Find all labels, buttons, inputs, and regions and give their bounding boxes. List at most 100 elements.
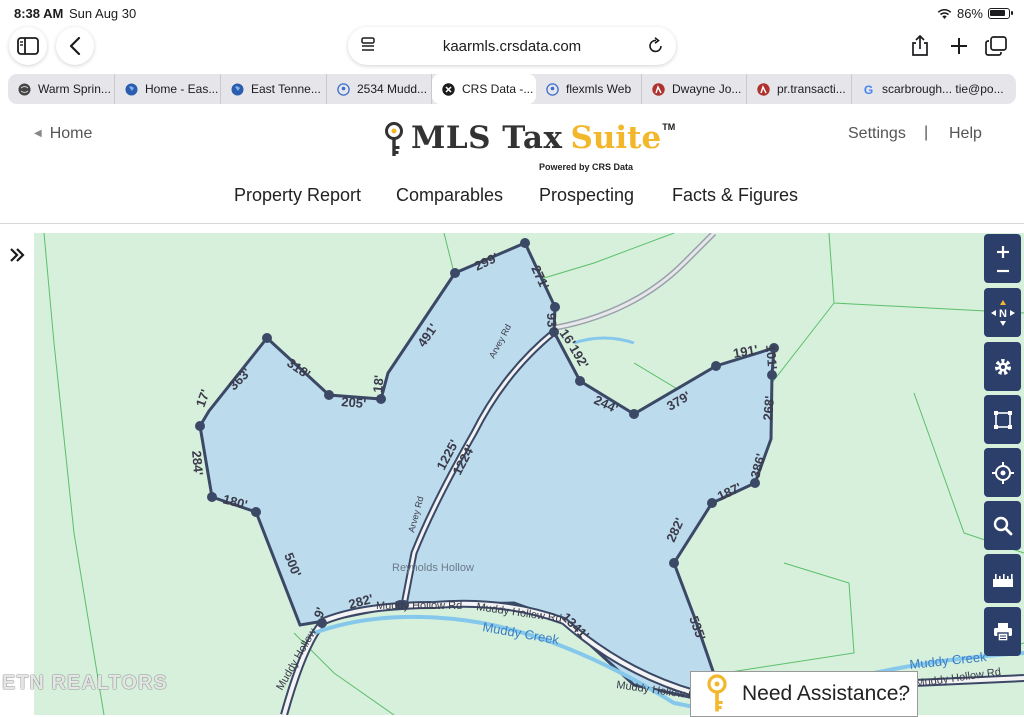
zoom-controls [984,234,1021,283]
measure-label: 93' [544,313,560,331]
google-g-icon: G [862,83,875,96]
more-vertical-icon[interactable]: ⋮ [893,684,909,704]
browser-tab-label: Dwayne Jo... [672,82,742,96]
browser-tab[interactable]: Dwayne Jo... [642,74,747,104]
battery-icon [988,8,1013,19]
settings-link[interactable]: Settings [848,125,906,143]
place-label: Reynolds Hollow [392,562,474,574]
globe-blue-icon [231,83,244,96]
road-label: Muddy Hollow Rd [376,600,462,612]
measure-label: 17' [193,387,213,409]
key-icon [707,674,727,712]
creek-label: Muddy Creek [481,619,560,647]
sidebar-icon [17,37,39,55]
browser-tab[interactable]: Warm Sprin... [8,74,115,104]
location-pin-icon [546,82,559,96]
key-icon [385,122,403,156]
mls-tax-suite-logo[interactable]: MLS Tax Suite TM Powered by CRS Data [383,120,676,172]
highway-line [553,233,717,331]
logo-word-suite: Suite [570,120,662,156]
location-pin-icon [337,82,350,96]
measure-label: 18' [370,374,386,393]
reload-icon[interactable] [648,37,664,54]
compass-button[interactable]: N [984,288,1021,337]
print-icon [993,622,1012,642]
parcel-map[interactable]: 299' 271' 93' 16' 192' 191' 101' 268' 38… [34,233,1024,715]
map-settings-button[interactable] [984,342,1021,391]
battery-percent: 86% [956,6,983,21]
share-button[interactable] [901,27,939,65]
help-link[interactable]: Help [949,125,982,143]
tabs-icon [985,36,1007,56]
browser-tab[interactable]: Home - Eas... [115,74,221,104]
nav-facts-figures[interactable]: Facts & Figures [672,185,798,206]
share-icon [912,35,928,56]
stream-line [573,336,635,345]
nav-prospecting[interactable]: Prospecting [539,185,634,206]
zoom-out-icon[interactable] [996,269,1010,273]
globe-dark-icon [18,83,31,96]
realtor-logo-icon [652,82,665,96]
browser-tab-label: pr.transacti... [777,82,846,96]
browser-tab-label: scarbrough... tie@po... [882,82,1004,96]
home-link[interactable]: ◀ Home [34,125,92,143]
creek-labels: Muddy Creek Muddy Creek [481,619,987,672]
zoom-in-icon[interactable] [996,245,1010,259]
gear-icon [994,358,1011,375]
sidebar-toggle-button[interactable] [9,27,47,65]
browser-tab[interactable]: Gscarbrough... tie@po... [852,74,1016,104]
logo-trademark: TM [662,122,676,132]
browser-tab-label: Warm Sprin... [38,82,111,96]
watermark: ETN REALTORS [2,672,168,694]
measure-label: 268' [760,395,777,421]
need-assistance-label: Need Assistance? [742,682,911,705]
status-time: 8:38 AM [14,6,64,21]
nav-comparables[interactable]: Comparables [396,185,503,206]
svg-text:N: N [999,308,1007,320]
measure-label: 205' [341,394,367,411]
tab-bar: Warm Sprin... Home - Eas... East Tenne... 2… [8,74,1016,104]
browser-tab-label: CRS Data -... [462,82,534,96]
browser-tab[interactable]: pr.transacti... [747,74,852,104]
url-text: kaarmls.crsdata.com [442,37,582,55]
logo-powered-by: Powered by CRS Data [539,162,634,172]
address-bar[interactable]: kaarmls.crsdata.com [348,27,676,65]
locate-button[interactable] [984,448,1021,497]
status-date: Sun Aug 30 [69,6,137,21]
header-separator: | [924,124,929,141]
back-button[interactable] [56,27,94,65]
nav-property-report[interactable]: Property Report [234,185,361,206]
close-icon[interactable] [442,82,455,96]
new-tab-button[interactable] [940,27,978,65]
browser-tab[interactable]: CRS Data -... [432,74,536,104]
search-icon [993,516,1012,535]
select-area-icon [993,410,1012,429]
need-assistance-widget[interactable]: Need Assistance? ⋮ [690,671,918,717]
double-chevron-right-icon [10,248,25,262]
browser-tab[interactable]: 2534 Mudd... [327,74,432,104]
wifi-icon [937,8,952,19]
browser-tab-label: East Tenne... [251,82,321,96]
map-canvas[interactable]: 299' 271' 93' 16' 192' 191' 101' 268' 38… [34,233,1024,715]
app-header: ◀ Home MLS Tax Suite TM Powered by CRS Da… [0,108,1024,224]
browser-tab[interactable]: East Tenne... [221,74,327,104]
measure-label: 101' [763,344,780,370]
status-right: 86% [937,6,1013,21]
ruler-icon [992,573,1013,587]
measure-button[interactable] [984,554,1021,603]
logo-word-mls-tax: MLS Tax [411,120,563,156]
page-menu-icon[interactable] [360,37,376,53]
browser-tab-label: 2534 Mudd... [357,82,428,96]
measure-label: 284' [189,450,206,476]
plus-icon [951,38,967,54]
browser-tab[interactable]: flexmls Web [536,74,642,104]
select-area-button[interactable] [984,395,1021,444]
tab-overview-button[interactable] [977,27,1015,65]
crosshair-icon [991,461,1014,484]
expand-panel-button[interactable] [8,246,26,269]
home-label: Home [49,125,93,142]
search-button[interactable] [984,501,1021,550]
chevron-left-icon: ◀ [34,128,42,139]
print-button[interactable] [984,607,1021,656]
realtor-logo-icon [757,82,770,96]
